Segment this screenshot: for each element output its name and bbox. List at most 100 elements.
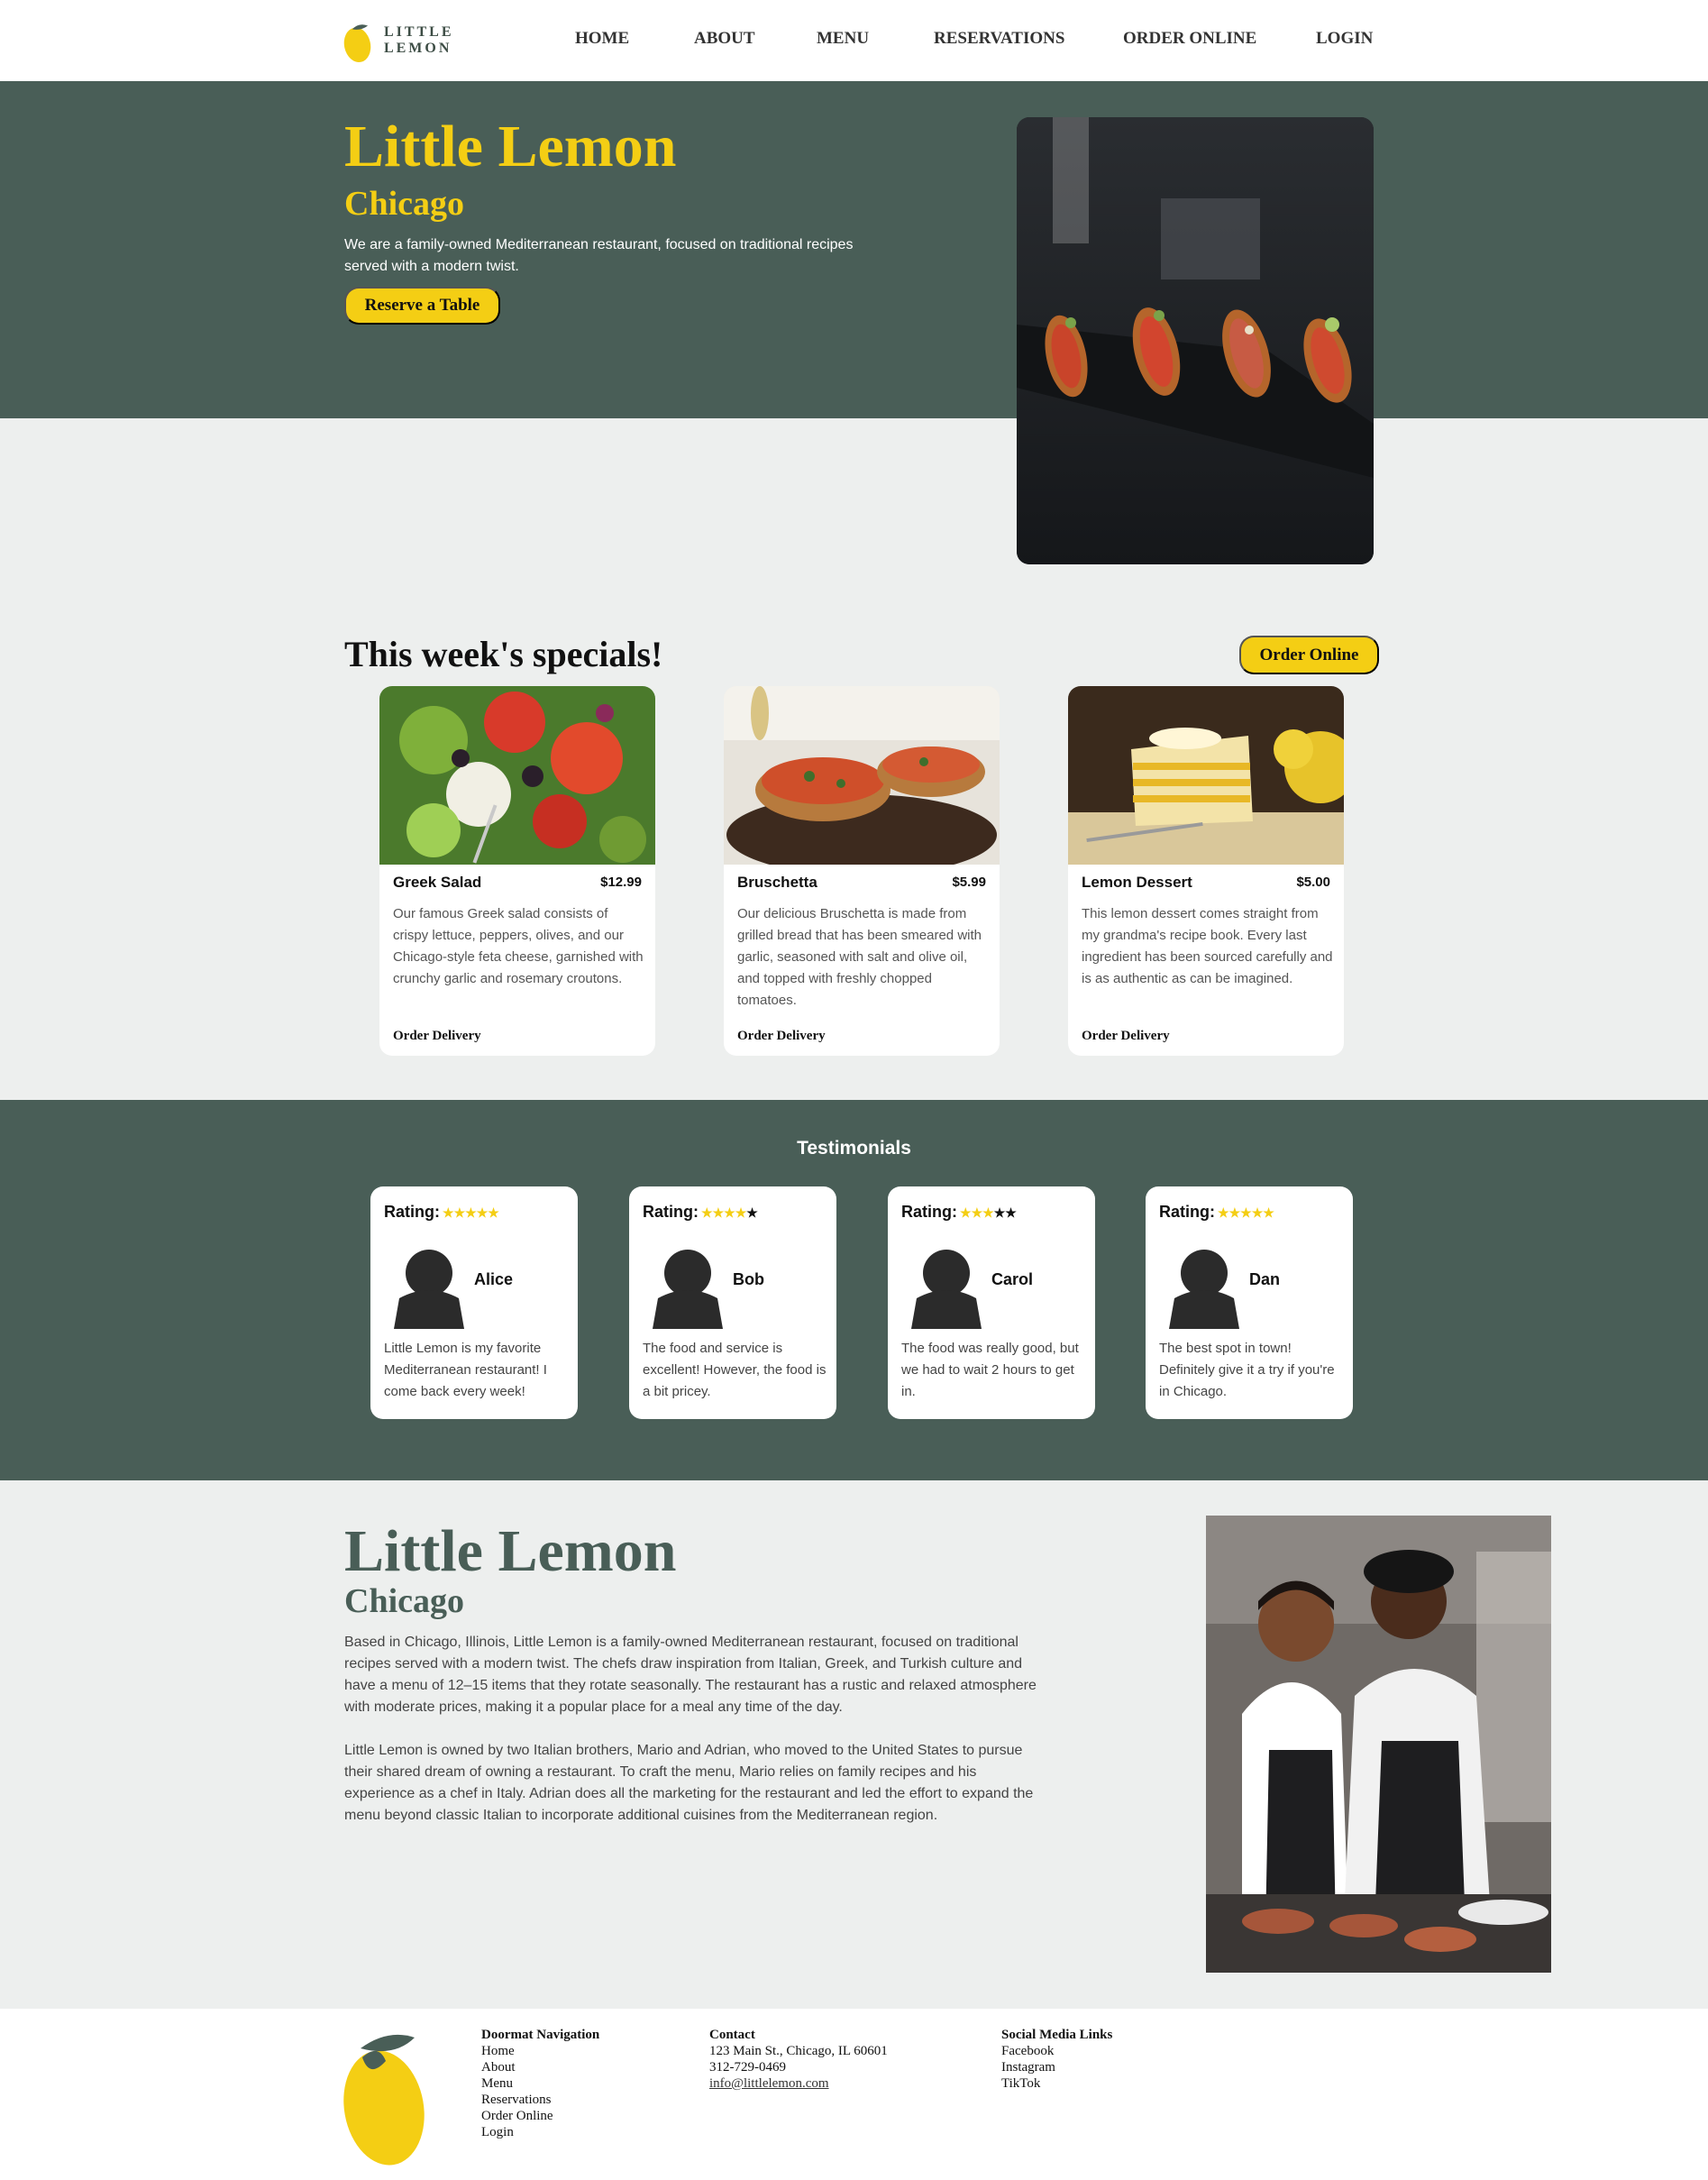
footer-link-login[interactable]: Login: [481, 2124, 599, 2140]
special-card-greek-salad: Greek Salad $12.99 Our famous Greek sala…: [379, 686, 655, 1056]
about-subtitle: Chicago: [344, 1582, 464, 1620]
footer-social: Social Media Links Facebook Instagram Ti…: [1001, 2027, 1112, 2092]
star-icon: ★: [1240, 1205, 1252, 1220]
specials-title: This week's specials!: [344, 634, 663, 674]
star-icon: ★: [1228, 1205, 1241, 1220]
rating-label: Rating:: [1159, 1203, 1215, 1221]
star-icon: ★: [1005, 1205, 1017, 1220]
testimonials-title: Testimonials: [797, 1138, 911, 1159]
star-icon: ★: [443, 1205, 454, 1220]
rating-row: Rating: ★★★★★: [901, 1203, 1017, 1222]
testimonial-card-bob: Rating: ★★★★★ Bob The food and service is…: [629, 1186, 836, 1419]
hero-subtitle: Chicago: [344, 185, 464, 223]
star-icon: ★: [488, 1205, 499, 1220]
person-avatar-icon: [394, 1250, 464, 1329]
star-icon: ★: [993, 1205, 1006, 1220]
about-paragraph-2: Little Lemon is owned by two Italian bro…: [344, 1743, 1034, 1823]
person-avatar-icon: [911, 1250, 982, 1329]
card-title: Lemon Dessert: [1082, 874, 1192, 891]
rating-row: Rating: ★★★★★: [643, 1203, 758, 1222]
footer-link-order-online[interactable]: Order Online: [481, 2108, 599, 2124]
review-text: The food was really good, but we had to …: [901, 1341, 1079, 1399]
special-card-lemon-dessert: Lemon Dessert $5.00 This lemon dessert c…: [1068, 686, 1344, 1056]
footer-link-home[interactable]: Home: [481, 2043, 599, 2059]
card-price: $12.99: [600, 875, 642, 890]
rating-label: Rating:: [901, 1203, 957, 1221]
person-avatar-icon: [653, 1250, 723, 1329]
star-rating: ★★★★★: [443, 1205, 499, 1220]
rating-row: Rating: ★★★★★: [384, 1203, 499, 1222]
testimonial-card-carol: Rating: ★★★★★ Carol The food was really g…: [888, 1186, 1095, 1419]
nav-home[interactable]: HOME: [575, 29, 629, 49]
star-rating: ★★★★★: [701, 1205, 758, 1220]
star-rating: ★★★★★: [1218, 1205, 1274, 1220]
top-navigation: LITTLE LEMON HOME ABOUT MENU RESERVATION…: [0, 0, 1708, 81]
order-delivery-link[interactable]: Order Delivery: [737, 1029, 826, 1044]
rating-label: Rating:: [384, 1203, 440, 1221]
footer-social-heading: Social Media Links: [1001, 2028, 1113, 2042]
nav-about[interactable]: ABOUT: [694, 29, 755, 49]
footer-link-reservations[interactable]: Reservations: [481, 2092, 599, 2108]
footer-contact-heading: Contact: [709, 2028, 755, 2042]
star-icon: ★: [1218, 1205, 1229, 1220]
card-description: Our delicious Bruschetta is made from gr…: [737, 906, 982, 1008]
social-link-instagram[interactable]: Instagram: [1001, 2059, 1112, 2075]
special-card-bruschetta: Bruschetta $5.99 Our delicious Bruschett…: [724, 686, 1000, 1056]
order-delivery-link[interactable]: Order Delivery: [1082, 1029, 1170, 1044]
star-icon: ★: [735, 1205, 747, 1220]
card-description: Our famous Greek salad consists of crisp…: [393, 906, 644, 986]
reviewer-name: Carol: [991, 1270, 1034, 1288]
star-icon: ★: [1251, 1205, 1264, 1220]
hero-image: [1017, 117, 1374, 564]
greek-salad-image: [379, 686, 655, 865]
about-paragraph-1: Based in Chicago, Illinois, Little Lemon…: [344, 1635, 1037, 1715]
lemon-dessert-image: [1068, 686, 1344, 865]
star-icon: ★: [476, 1205, 489, 1220]
star-icon: ★: [701, 1205, 713, 1220]
about-title: Little Lemon: [344, 1518, 677, 1584]
nav-reservations[interactable]: RESERVATIONS: [934, 29, 1064, 49]
card-title: Greek Salad: [393, 874, 482, 891]
card-price: $5.00: [1296, 875, 1330, 890]
contact-phone: 312-729-0469: [709, 2060, 786, 2075]
star-icon: ★: [982, 1205, 994, 1220]
star-rating: ★★★★★: [960, 1205, 1017, 1220]
hero-title: Little Lemon: [344, 114, 677, 179]
order-online-button[interactable]: Order Online: [1239, 636, 1379, 674]
reviewer-name: Dan: [1249, 1270, 1281, 1288]
footer-link-about[interactable]: About: [481, 2059, 599, 2075]
star-icon: ★: [746, 1205, 758, 1220]
nav-menu[interactable]: MENU: [817, 29, 869, 49]
star-icon: ★: [712, 1205, 725, 1220]
star-icon: ★: [1263, 1205, 1274, 1220]
contact-email-link[interactable]: info@littlelemon.com: [709, 2075, 888, 2092]
testimonial-card-alice: Rating: ★★★★★ Alice Little Lemon is my fa…: [370, 1186, 578, 1419]
nav-order-online[interactable]: ORDER ONLINE: [1123, 29, 1256, 49]
reserve-table-button[interactable]: Reserve a Table: [344, 287, 500, 325]
site-logo[interactable]: LITTLE LEMON: [343, 16, 524, 65]
footer-link-menu[interactable]: Menu: [481, 2075, 599, 2092]
nav-login[interactable]: LOGIN: [1316, 29, 1373, 49]
footer-navigation: Doormat Navigation Home About Menu Reser…: [481, 2027, 599, 2140]
order-delivery-link[interactable]: Order Delivery: [393, 1029, 481, 1044]
star-icon: ★: [960, 1205, 972, 1220]
logo-text: LITTLE LEMON: [383, 24, 454, 56]
social-link-facebook[interactable]: Facebook: [1001, 2043, 1112, 2059]
lemon-logo-icon: [343, 24, 371, 63]
social-link-tiktok[interactable]: TikTok: [1001, 2075, 1112, 2092]
card-title: Bruschetta: [737, 874, 817, 891]
bruschetta-image: [724, 686, 1000, 875]
lemon-logo-icon[interactable]: [343, 2025, 433, 2169]
reviewer-name: Alice: [474, 1270, 514, 1288]
star-icon: ★: [971, 1205, 983, 1220]
review-text: The food and service is excellent! Howev…: [643, 1341, 827, 1399]
footer-contact: Contact 123 Main St., Chicago, IL 60601 …: [709, 2027, 888, 2092]
contact-address: 123 Main St., Chicago, IL 60601: [709, 2044, 888, 2058]
star-icon: ★: [724, 1205, 735, 1220]
star-icon: ★: [465, 1205, 477, 1220]
rating-label: Rating:: [643, 1203, 699, 1221]
person-avatar-icon: [1169, 1250, 1239, 1329]
testimonials-section: Testimonials Rating: ★★★★★ Alice Little L…: [0, 1100, 1708, 1480]
chefs-image: [1206, 1516, 1551, 1973]
card-price: $5.99: [952, 875, 986, 890]
